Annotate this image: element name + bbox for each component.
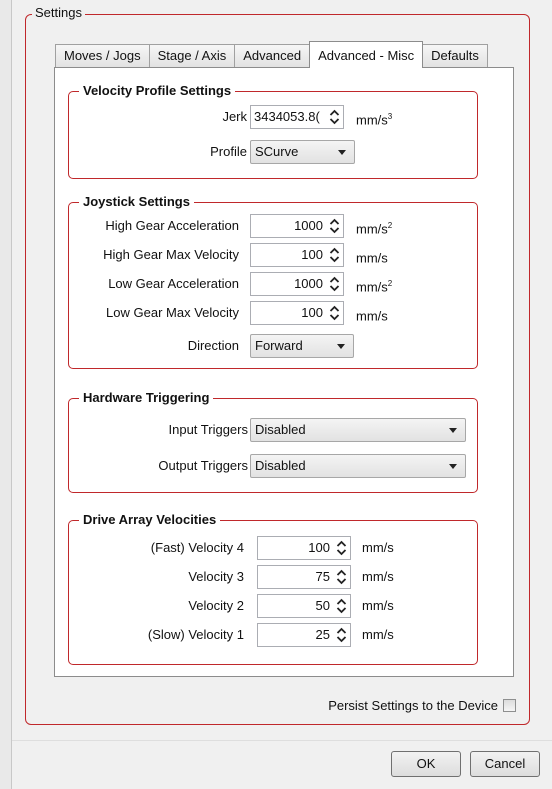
velocity-profile-title: Velocity Profile Settings — [79, 83, 236, 98]
persist-settings-row[interactable]: Persist Settings to the Device — [328, 696, 516, 714]
low-gear-accel-label: Low Gear Acceleration — [108, 276, 239, 291]
high-gear-vel-unit: mm/s — [356, 250, 388, 266]
dialog-window: Settings Moves / Jogs Stage / Axis Advan… — [0, 0, 552, 789]
hardware-triggering-group: Hardware Triggering Input Triggers Disab… — [68, 390, 478, 493]
tab-defaults[interactable]: Defaults — [422, 44, 488, 68]
velocity-2-unit: mm/s — [362, 598, 394, 613]
velocity-4-unit: mm/s — [362, 540, 394, 555]
spin-arrows-icon[interactable] — [336, 627, 347, 643]
spin-arrows-icon[interactable] — [329, 247, 340, 263]
high-gear-vel-spinbox[interactable]: 100 — [250, 243, 344, 267]
tab-stage-axis[interactable]: Stage / Axis — [148, 44, 236, 68]
tab-panel-advanced-misc: Velocity Profile Settings Jerk 3434053.8… — [54, 67, 514, 677]
tab-advanced[interactable]: Advanced — [234, 44, 311, 68]
low-gear-accel-unit: mm/s2 — [356, 279, 393, 295]
direction-value: Forward — [255, 338, 303, 353]
spin-arrows-icon[interactable] — [329, 276, 340, 292]
velocity-1-value: 25 — [315, 627, 330, 642]
velocity-1-unit: mm/s — [362, 627, 394, 642]
chevron-down-icon — [338, 150, 346, 155]
high-gear-accel-unit: mm/s2 — [356, 221, 393, 237]
low-gear-vel-spinbox[interactable]: 100 — [250, 301, 344, 325]
high-gear-vel-value: 100 — [301, 247, 323, 262]
left-window-edge — [0, 0, 12, 789]
velocity-3-label: Velocity 3 — [188, 569, 244, 584]
joystick-title: Joystick Settings — [79, 194, 194, 209]
velocity-4-value: 100 — [308, 540, 330, 555]
spin-arrows-icon[interactable] — [329, 109, 340, 125]
tab-advanced-misc[interactable]: Advanced - Misc — [309, 41, 424, 68]
spin-arrows-icon[interactable] — [336, 540, 347, 556]
input-triggers-value: Disabled — [255, 422, 306, 437]
high-gear-accel-label: High Gear Acceleration — [105, 218, 239, 233]
profile-dropdown[interactable]: SCurve — [250, 140, 355, 164]
velocity-4-spinbox[interactable]: 100 — [257, 536, 351, 560]
velocity-profile-group: Velocity Profile Settings Jerk 3434053.8… — [68, 83, 478, 179]
velocity-1-spinbox[interactable]: 25 — [257, 623, 351, 647]
spin-arrows-icon[interactable] — [336, 569, 347, 585]
jerk-label: Jerk — [222, 109, 247, 124]
velocity-2-label: Velocity 2 — [188, 598, 244, 613]
drive-array-group: Drive Array Velocities (Fast) Velocity 4… — [68, 512, 478, 665]
direction-dropdown[interactable]: Forward — [250, 334, 354, 358]
velocity-2-value: 50 — [315, 598, 330, 613]
jerk-value: 3434053.8( — [254, 109, 320, 124]
persist-settings-checkbox[interactable] — [503, 698, 516, 712]
high-gear-vel-label: High Gear Max Velocity — [103, 247, 239, 262]
low-gear-accel-spinbox[interactable]: 1000 — [250, 272, 344, 296]
input-triggers-label: Input Triggers — [168, 422, 249, 437]
input-triggers-dropdown[interactable]: Disabled — [250, 418, 466, 442]
chevron-down-icon — [449, 428, 457, 433]
low-gear-vel-label: Low Gear Max Velocity — [106, 305, 239, 320]
velocity-3-value: 75 — [315, 569, 330, 584]
velocity-3-spinbox[interactable]: 75 — [257, 565, 351, 589]
output-triggers-dropdown[interactable]: Disabled — [250, 454, 466, 478]
spin-arrows-icon[interactable] — [329, 305, 340, 321]
persist-settings-label: Persist Settings to the Device — [328, 697, 498, 713]
profile-value: SCurve — [255, 144, 299, 159]
high-gear-accel-spinbox[interactable]: 1000 — [250, 214, 344, 238]
velocity-4-label: (Fast) Velocity 4 — [150, 540, 244, 555]
low-gear-vel-value: 100 — [301, 305, 323, 320]
spin-arrows-icon[interactable] — [336, 598, 347, 614]
output-triggers-label: Output Triggers — [158, 458, 248, 473]
profile-label: Profile — [210, 144, 247, 159]
velocity-1-label: (Slow) Velocity 1 — [147, 627, 244, 642]
output-triggers-value: Disabled — [255, 458, 306, 473]
spin-arrows-icon[interactable] — [329, 218, 340, 234]
jerk-spinbox[interactable]: 3434053.8( — [250, 105, 344, 129]
velocity-3-unit: mm/s — [362, 569, 394, 584]
jerk-unit: mm/s3 — [356, 112, 393, 128]
tab-moves-jogs[interactable]: Moves / Jogs — [55, 44, 150, 68]
ok-button[interactable]: OK — [391, 751, 461, 777]
hardware-triggering-title: Hardware Triggering — [79, 390, 214, 405]
settings-group-title: Settings — [32, 5, 85, 20]
low-gear-vel-unit: mm/s — [356, 308, 388, 324]
chevron-down-icon — [449, 464, 457, 469]
low-gear-accel-value: 1000 — [294, 276, 323, 291]
velocity-2-spinbox[interactable]: 50 — [257, 594, 351, 618]
chevron-down-icon — [337, 344, 345, 349]
tab-strip: Moves / Jogs Stage / Axis Advanced Advan… — [55, 41, 488, 68]
joystick-group: Joystick Settings High Gear Acceleration… — [68, 194, 478, 369]
high-gear-accel-value: 1000 — [294, 218, 323, 233]
cancel-button[interactable]: Cancel — [470, 751, 540, 777]
direction-label: Direction — [187, 338, 239, 353]
drive-array-title: Drive Array Velocities — [79, 512, 221, 527]
